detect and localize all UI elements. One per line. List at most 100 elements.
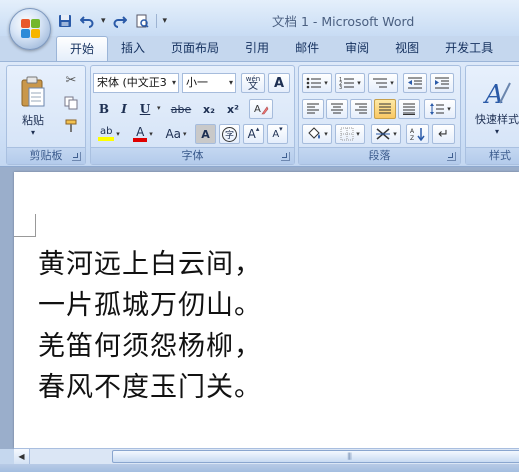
status-bar (0, 464, 519, 472)
borders-button[interactable]: ▾ (335, 124, 365, 144)
shrink-font-label: A (272, 128, 280, 140)
highlight-label: ab (99, 126, 113, 137)
undo-dropdown-icon[interactable]: ▾ (101, 16, 106, 26)
show-marks-button[interactable]: ↵ (432, 124, 455, 144)
tab-review[interactable]: 审阅 (332, 36, 382, 61)
highlight-button[interactable]: ab ▾ (93, 124, 125, 144)
asian-layout-button[interactable]: ▾ (371, 124, 401, 144)
line-spacing-icon (430, 103, 445, 115)
font-name-combo[interactable]: 宋体 (中文正3 ▾ (93, 73, 179, 93)
horizontal-scrollbar[interactable]: ◀ ||| (14, 448, 519, 464)
justify-icon (379, 103, 391, 114)
phonetic-guide-button[interactable]: wén 文 (241, 73, 265, 93)
italic-button[interactable]: I (115, 99, 133, 119)
shrink-font-button[interactable]: A ▾ (267, 124, 288, 144)
line-spacing-button[interactable]: ▾ (424, 99, 456, 119)
font-name-dropdown-icon[interactable]: ▾ (172, 74, 176, 92)
increase-indent-button[interactable] (430, 73, 454, 93)
scrollbar-thumb[interactable] (112, 450, 519, 463)
subscript-button[interactable]: x₂ (198, 99, 220, 119)
font-launcher-icon[interactable] (281, 152, 290, 161)
bullets-button[interactable]: ▾ (302, 73, 332, 93)
format-painter-button[interactable] (61, 116, 81, 136)
font-color-label: A (136, 124, 145, 139)
copy-button[interactable] (61, 93, 81, 113)
font-color-button[interactable]: A ▾ (129, 124, 157, 144)
font-group: 宋体 (中文正3 ▾ 小一 ▾ wén 文 A B I U ▾ abe x₂ x… (90, 65, 295, 165)
document-text[interactable]: 黄河远上白云间， 一片孤城万仞山。 羌笛何须怨杨柳， 春风不度玉门关。 (38, 244, 262, 408)
clipboard-group: 粘贴 ▾ ✂ 剪贴板 (6, 65, 86, 165)
bullets-icon (306, 77, 322, 89)
paste-button[interactable]: 粘贴 ▾ (13, 70, 53, 142)
align-left-button[interactable] (302, 99, 324, 119)
borders-icon (340, 127, 354, 141)
character-shading-button[interactable]: A (195, 124, 216, 144)
tab-page-layout[interactable]: 页面布局 (158, 36, 232, 61)
grow-font-button[interactable]: A ▴ (243, 124, 264, 144)
font-size-combo[interactable]: 小一 ▾ (182, 73, 236, 93)
quick-access-toolbar: ▾ ▾ (57, 11, 167, 31)
tab-references[interactable]: 引用 (232, 36, 282, 61)
highlight-dropdown-icon[interactable]: ▾ (116, 130, 120, 138)
qat-separator (155, 14, 157, 28)
numbering-icon: 123 (339, 77, 355, 90)
tab-view[interactable]: 视图 (382, 36, 432, 61)
decrease-indent-button[interactable] (403, 73, 427, 93)
tab-developer[interactable]: 开发工具 (432, 36, 506, 61)
change-case-button[interactable]: Aa ▾ (160, 124, 192, 144)
grow-font-label: A (247, 127, 256, 141)
office-logo-icon (21, 19, 41, 39)
office-button[interactable] (9, 8, 51, 50)
paste-dropdown-icon[interactable]: ▾ (31, 128, 35, 137)
margin-corner-vertical (35, 214, 36, 236)
clipboard-launcher-icon[interactable] (72, 152, 81, 161)
font-group-label: 字体 (91, 147, 294, 164)
multilevel-list-button[interactable]: ▾ (368, 73, 398, 93)
distributed-icon (403, 103, 415, 115)
quick-styles-dropdown-icon[interactable]: ▾ (495, 127, 499, 136)
save-icon[interactable] (57, 13, 73, 29)
change-case-dropdown-icon[interactable]: ▾ (183, 130, 187, 138)
scroll-left-icon[interactable]: ◀ (14, 449, 30, 464)
justify-button[interactable] (374, 99, 396, 119)
underline-dropdown-icon[interactable]: ▾ (157, 104, 161, 112)
paragraph-launcher-icon[interactable] (447, 152, 456, 161)
undo-icon[interactable] (79, 13, 95, 29)
strikethrough-button[interactable]: abe (167, 99, 195, 119)
distributed-button[interactable] (398, 99, 420, 119)
asian-layout-icon (376, 128, 391, 140)
cut-button[interactable]: ✂ (61, 70, 81, 90)
format-painter-icon (65, 119, 77, 132)
increase-indent-icon (435, 77, 449, 89)
numbering-button[interactable]: 123 ▾ (335, 73, 365, 93)
poem-line-4: 春风不度玉门关。 (38, 372, 262, 403)
tab-home[interactable]: 开始 (56, 36, 109, 62)
tab-insert[interactable]: 插入 (108, 36, 158, 61)
quick-styles-button[interactable]: A 快速样式 ▾ (468, 70, 519, 142)
customize-qat-icon[interactable]: ▾ (163, 16, 168, 26)
enclose-characters-button[interactable]: 字 (219, 124, 240, 144)
font-color-dropdown-icon[interactable]: ▾ (149, 130, 153, 138)
redo-icon[interactable] (112, 13, 128, 29)
align-right-button[interactable] (350, 99, 372, 119)
print-preview-icon[interactable] (134, 13, 150, 29)
character-border-button[interactable]: A (268, 73, 290, 93)
paste-label: 粘贴 (22, 113, 44, 127)
quick-styles-label: 快速样式 (475, 112, 519, 126)
clear-formatting-button[interactable]: A (249, 99, 273, 119)
align-center-button[interactable] (326, 99, 348, 119)
paragraph-shading-button[interactable]: ▾ (302, 124, 332, 144)
phonetic-guide-char: 文 (248, 81, 258, 92)
underline-button[interactable]: U (136, 99, 154, 119)
highlight-color-bar (98, 137, 115, 141)
bold-button[interactable]: B (95, 99, 113, 119)
font-size-value: 小一 (186, 76, 208, 89)
enclose-characters-icon: 字 (222, 126, 237, 142)
superscript-button[interactable]: x² (222, 99, 244, 119)
tab-mailings[interactable]: 邮件 (282, 36, 332, 61)
font-size-dropdown-icon[interactable]: ▾ (229, 74, 233, 92)
font-color-bar (133, 137, 148, 142)
align-center-icon (331, 103, 343, 114)
sort-button[interactable]: AZ (406, 124, 429, 144)
change-case-label: Aa (165, 127, 182, 141)
